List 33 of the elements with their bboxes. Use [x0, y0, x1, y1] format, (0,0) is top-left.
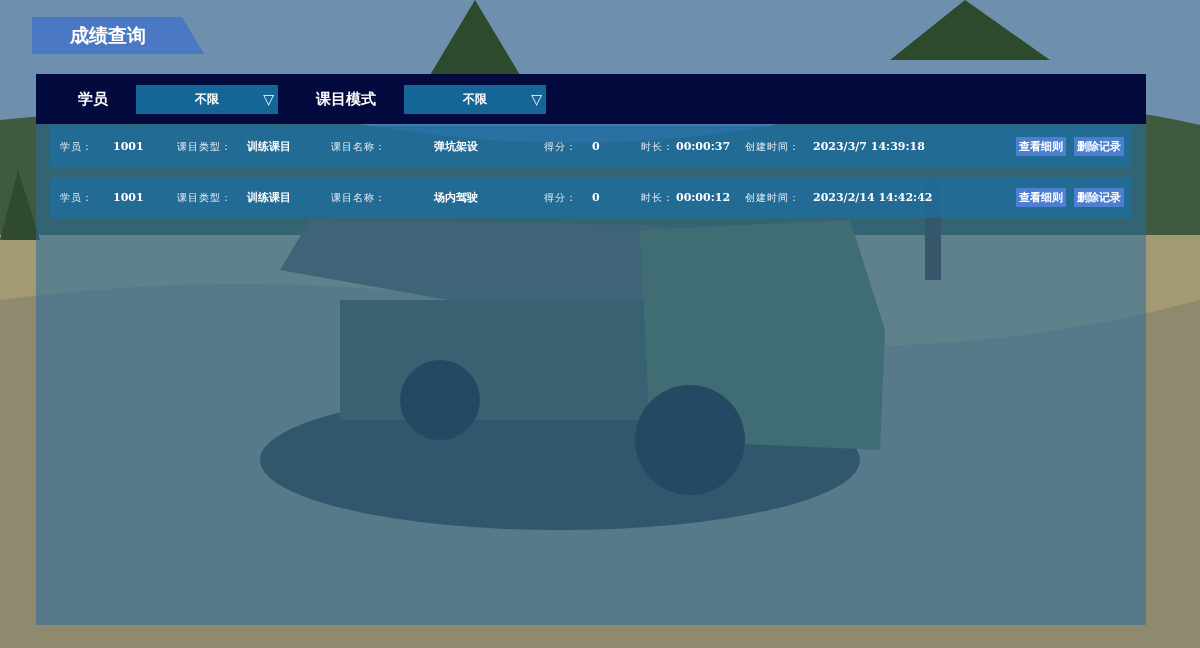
filter-dropdown[interactable]: 不限 ▽ — [404, 84, 546, 114]
delete-record-button[interactable]: 删除记录 — [1074, 188, 1124, 207]
field-value: 2023/2/14 14:42:42 — [813, 191, 934, 204]
field-label: 创建时间： — [745, 190, 801, 205]
field-label: 课目名称： — [331, 139, 387, 154]
field-label: 创建时间： — [745, 139, 801, 154]
field-value: 0 — [592, 191, 601, 204]
field-value: 0 — [592, 140, 601, 153]
field-value: 1001 — [113, 191, 145, 204]
filter-label: 学员 — [78, 89, 108, 109]
field-value: 2023/3/7 14:39:18 — [813, 140, 926, 153]
field-label: 时长： — [641, 190, 675, 205]
field-value: 00:00:37 — [676, 140, 732, 153]
filter-dropdown[interactable]: 不限 ▽ — [136, 84, 278, 114]
field-value: 训练课目 — [247, 190, 292, 205]
filter-label: 课目模式 — [316, 89, 376, 109]
field-label: 课目类型： — [177, 139, 233, 154]
field-label: 课目类型： — [177, 190, 233, 205]
delete-record-button[interactable]: 删除记录 — [1074, 137, 1124, 156]
field-label: 得分： — [544, 139, 578, 154]
field-value: 00:00:12 — [676, 191, 732, 204]
field-value: 弹坑架设 — [434, 139, 479, 154]
field-value: 场内驾驶 — [434, 190, 479, 205]
field-label: 时长： — [641, 139, 675, 154]
field-value: 训练课目 — [247, 139, 292, 154]
view-details-button[interactable]: 查看细则 — [1016, 137, 1066, 156]
view-details-button[interactable]: 查看细则 — [1016, 188, 1066, 207]
page-title: 成绩查询 — [32, 17, 204, 54]
field-label: 得分： — [544, 190, 578, 205]
field-label: 学员： — [60, 190, 94, 205]
field-value: 1001 — [113, 140, 145, 153]
field-label: 课目名称： — [331, 190, 387, 205]
field-label: 学员： — [60, 139, 94, 154]
